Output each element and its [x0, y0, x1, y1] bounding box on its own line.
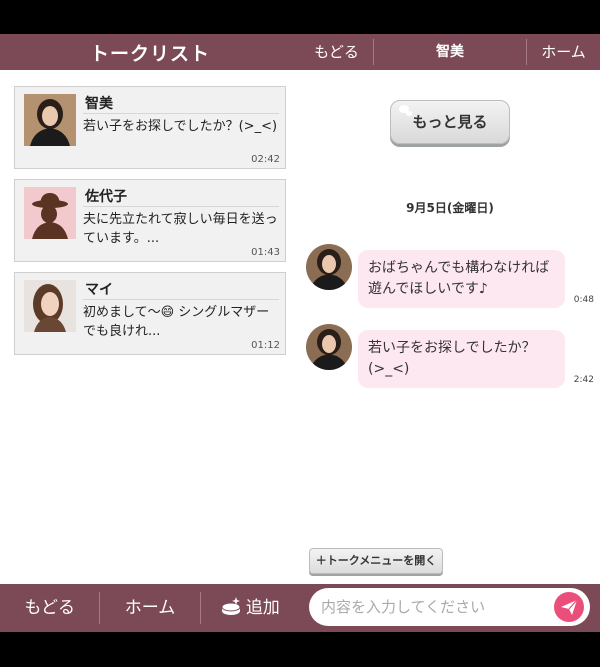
- talk-list-footer: もどる ホーム 追加: [0, 584, 300, 632]
- message-preview: 若い子をお探しでしたか？(>_<): [83, 119, 278, 134]
- chat-panel: もどる 智美 ホーム もっと見る 9月5日(金曜日) おばちゃんでも構わなければ…: [300, 0, 600, 667]
- divider: [83, 206, 279, 207]
- talk-list-header: トークリスト: [0, 34, 300, 70]
- woman-photo-icon: [24, 94, 76, 146]
- message-bubble: おばちゃんでも構わなければ遊んでほしいです♪: [358, 250, 565, 308]
- talk-list-item-mai[interactable]: マイ 初めまして〜😄 シングルマザーでも良けれ... 01:12: [14, 272, 286, 355]
- date-separator: 9月5日(金曜日): [406, 201, 494, 215]
- woman-photo-icon: [306, 324, 352, 370]
- talk-list-title: トークリスト: [89, 42, 210, 65]
- nav-area: [0, 632, 300, 667]
- add-button[interactable]: 追加: [199, 592, 300, 624]
- avatar: [24, 187, 76, 239]
- message-time: 0:48: [573, 295, 594, 305]
- send-button[interactable]: [554, 592, 584, 622]
- divider: [83, 299, 279, 300]
- woman-photo-icon: [24, 280, 76, 332]
- talk-list-item-sayoko[interactable]: 佐代子 夫に先立たれて寂しい毎日を送っています。... 01:43: [14, 179, 286, 262]
- contact-name: 佐代子: [85, 189, 127, 205]
- chat-header: もどる 智美 ホーム: [300, 34, 600, 70]
- contact-name: マイ: [85, 282, 113, 298]
- add-label: 追加: [245, 598, 280, 618]
- message-time: 01:43: [251, 247, 280, 258]
- paper-plane-icon: [561, 599, 578, 615]
- talk-list: 智美 若い子をお探しでしたか？(>_<) 02:42 佐代子 夫に先立たれて寂し…: [14, 86, 286, 365]
- home-button[interactable]: ホーム: [99, 592, 199, 624]
- lady-silhouette-icon: [24, 187, 76, 239]
- talk-list-panel: トークリスト 智美 若い子をお探しでしたか？(>_<) 02:42 佐代子 夫に…: [0, 0, 300, 667]
- message-time: 01:12: [251, 340, 280, 351]
- message-preview: 夫に先立たれて寂しい毎日を送っています。...: [83, 212, 278, 246]
- add-contact-icon: [221, 597, 241, 615]
- message-time: 02:42: [251, 154, 280, 165]
- avatar: [24, 280, 76, 332]
- chat-home-button[interactable]: ホーム: [526, 39, 600, 65]
- back-button[interactable]: もどる: [0, 592, 99, 624]
- avatar: [24, 94, 76, 146]
- chat-title: 智美: [436, 44, 464, 60]
- divider: [83, 113, 279, 114]
- message-input[interactable]: [309, 588, 590, 626]
- load-more-label: もっと見る: [412, 113, 488, 131]
- talk-list-item-tomomi[interactable]: 智美 若い子をお探しでしたか？(>_<) 02:42: [14, 86, 286, 169]
- open-talk-menu-button[interactable]: ＋トークメニューを開く: [309, 548, 443, 574]
- load-more-button[interactable]: もっと見る: [390, 100, 510, 144]
- status-area: [300, 0, 600, 34]
- message-time: 2:42: [573, 375, 594, 385]
- sender-avatar[interactable]: [306, 244, 352, 290]
- sender-avatar[interactable]: [306, 324, 352, 370]
- chat-back-button[interactable]: もどる: [300, 39, 374, 65]
- nav-area: [300, 632, 600, 667]
- contact-name: 智美: [85, 96, 113, 112]
- screen: トークリスト 智美 若い子をお探しでしたか？(>_<) 02:42 佐代子 夫に…: [0, 0, 600, 667]
- gloss-highlight: [406, 111, 412, 116]
- message-preview: 初めまして〜😄 シングルマザーでも良けれ...: [83, 305, 270, 339]
- woman-photo-icon: [306, 244, 352, 290]
- chat-input-bar: [300, 584, 600, 632]
- message-bubble: 若い子をお探しでしたか？(>_<): [358, 330, 565, 388]
- status-area: [0, 0, 300, 34]
